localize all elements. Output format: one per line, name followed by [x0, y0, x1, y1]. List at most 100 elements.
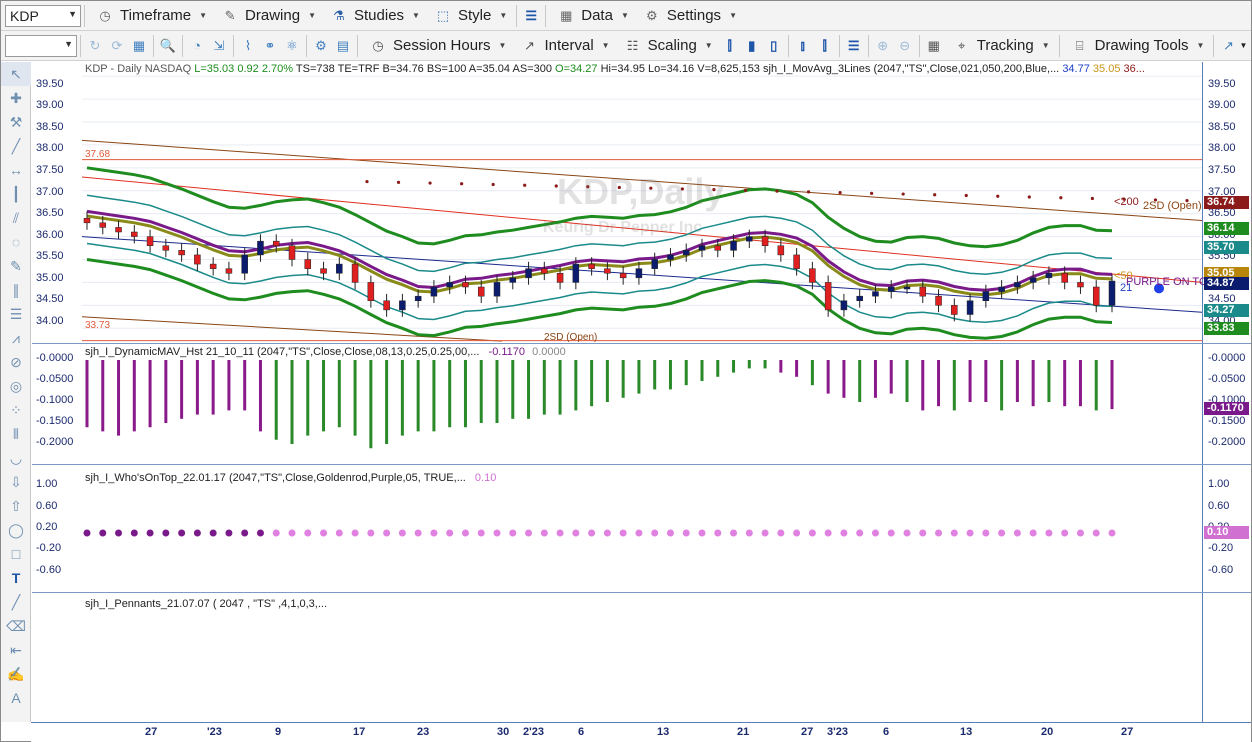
scaling-menu[interactable]: ☷ Scaling ▼ — [616, 34, 719, 58]
whos-on-top-dot — [919, 529, 927, 537]
cycle-icon[interactable]: ◌ — [1, 230, 31, 254]
rectangle-icon[interactable]: □ — [1, 542, 31, 566]
ma200-dot — [523, 183, 527, 187]
trendline-icon[interactable]: ╱ — [1, 134, 31, 158]
ma200-dot — [806, 190, 811, 194]
drawing-tools-menu[interactable]: ⌸ Drawing Tools ▼ — [1063, 34, 1211, 58]
hist-tick: -0.1000 — [36, 394, 74, 406]
chevron-down-icon: ▼ — [199, 11, 208, 20]
line-icon[interactable]: ╱ — [1, 590, 31, 614]
horizontal-arrows-icon[interactable]: ↔ — [1, 158, 31, 182]
drawing-menu[interactable]: ✎ Drawing ▼ — [213, 4, 322, 28]
studies-menu[interactable]: ⚗ Studies ▼ — [322, 4, 426, 28]
candle-hollow-icon[interactable]: ▯ — [763, 35, 785, 57]
symbol-combo[interactable]: KDP ▼ — [5, 4, 81, 27]
ma200-dot — [870, 191, 874, 195]
candle-body — [462, 282, 469, 288]
trend-icon[interactable]: ↗ — [1217, 35, 1239, 57]
candlestick-icon[interactable]: ▮ — [741, 35, 763, 57]
ma200-dot — [964, 193, 968, 198]
arrow-down-icon[interactable]: ⇩ — [1, 470, 31, 494]
grid-icon[interactable]: ▦ — [128, 35, 150, 57]
settings-icon[interactable]: ⚙ — [310, 35, 332, 57]
bars-icon[interactable]: ∥ — [1, 278, 31, 302]
interval-menu[interactable]: ↗ Interval ▼ — [512, 34, 615, 58]
chevron-down-icon[interactable]: ▼ — [68, 9, 77, 19]
whos-on-top-dot — [209, 529, 217, 537]
style-menu[interactable]: ⬚ Style ▼ — [426, 4, 513, 28]
molecule-icon[interactable]: ⚛ — [281, 35, 303, 57]
crosshair-icon[interactable]: ✚ — [1, 86, 31, 110]
edit-icon[interactable]: ✍ — [1, 662, 31, 686]
font-icon[interactable]: A — [1, 686, 31, 710]
candle-body — [83, 218, 91, 224]
fib-icon[interactable]: ☰ — [1, 302, 31, 326]
price-tick: 39.50 — [36, 78, 64, 90]
text-icon[interactable]: T — [1, 566, 31, 590]
time-icon[interactable]: ◔ — [186, 35, 208, 57]
ellipse-icon[interactable]: ◯ — [1, 518, 31, 542]
time-axis[interactable]: 27 '23 9 17 23 30 2'23 6 13 21 27 3'23 6… — [31, 722, 1251, 742]
session-hours-menu[interactable]: ◷ Session Hours ▼ — [361, 34, 512, 58]
scatter-icon[interactable]: ⁘ — [1, 398, 31, 422]
speed-lines-icon[interactable]: ⩘ — [1, 326, 31, 350]
gear-icon: ⚙ — [646, 7, 658, 23]
cursor-icon[interactable]: ⇲ — [208, 35, 230, 57]
split-pane-icon[interactable]: ☰ — [520, 5, 542, 27]
histogram-pane[interactable] — [32, 344, 1202, 463]
whos-on-top-dot — [651, 529, 659, 537]
histogram-header: sjh_I_DynamicMAV_Hst 21_10_11 (2047,"TS"… — [85, 346, 566, 358]
whos-on-top-dot — [509, 529, 517, 537]
bar-chart-icon[interactable]: ⫿ — [719, 35, 741, 57]
candle-body — [714, 245, 722, 251]
eraser-icon[interactable]: ⌫ — [1, 614, 31, 638]
data-window-icon[interactable]: ▦ — [923, 35, 945, 57]
arrow-up-icon[interactable]: ⇧ — [1, 494, 31, 518]
chevron-down-icon[interactable]: ▼ — [1239, 41, 1247, 50]
whos-on-top-dot — [477, 529, 485, 537]
data-menu[interactable]: ▦ Data ▼ — [549, 4, 635, 28]
line-chart-icon[interactable]: ⌇ — [237, 35, 259, 57]
zoom-window-icon[interactable]: 🔍 — [157, 35, 179, 57]
data-table-icon[interactable]: ▤ — [332, 35, 354, 57]
arc-icon[interactable]: ◡ — [1, 446, 31, 470]
whos-on-top-dot — [1108, 529, 1116, 537]
timeframe-menu[interactable]: ◷ Timeframe ▼ — [88, 4, 213, 28]
candle-body — [556, 273, 564, 283]
toolbar-divider — [1058, 34, 1060, 57]
interval-combo[interactable]: ▼ — [5, 34, 77, 57]
panes-icon[interactable]: ☰ — [843, 35, 865, 57]
candle-body — [146, 236, 154, 246]
chevron-down-icon: ▼ — [498, 41, 507, 50]
vertical-line-icon[interactable]: ┃ — [1, 182, 31, 206]
whos-on-top-dot — [288, 529, 296, 537]
zoom-out-icon[interactable]: ⊖ — [894, 35, 916, 57]
collapse-left-icon[interactable]: ⇤ — [1, 638, 31, 662]
hlc-icon[interactable]: ⫿ — [814, 35, 836, 57]
pencil-icon[interactable]: ✎ — [1, 254, 31, 278]
pennants-pane[interactable] — [32, 593, 1202, 721]
candle-body — [840, 300, 848, 311]
ohlc-icon[interactable]: ⫾ — [792, 35, 814, 57]
spiral-icon[interactable]: ◎ — [1, 374, 31, 398]
gann-icon[interactable]: ⊘ — [1, 350, 31, 374]
date-label: 30 — [497, 726, 510, 738]
date-label: 13 — [960, 726, 973, 738]
andrews-icon[interactable]: ⫴ — [1, 422, 31, 446]
study-icon[interactable]: ⚭ — [259, 35, 281, 57]
whos-on-top-dot — [430, 529, 438, 537]
chevron-down-icon[interactable]: ▼ — [64, 39, 73, 49]
price-tick: 38.50 — [1208, 121, 1236, 133]
date-label: 27 — [145, 726, 158, 738]
pointer-icon[interactable]: ↖ — [1, 62, 31, 86]
refresh-icon[interactable]: ↻ — [84, 35, 106, 57]
channel-icon[interactable]: ⫽ — [1, 206, 31, 230]
zoom-in-icon[interactable]: ⊕ — [872, 35, 894, 57]
whos-on-top-value: 0.10 — [474, 472, 497, 484]
whos-on-top-dot — [619, 529, 627, 537]
purple-on-top-label: PURPLE ON TOP — [1126, 276, 1215, 288]
settings-menu[interactable]: ⚙ Settings ▼ — [635, 4, 743, 28]
tracking-menu[interactable]: ⌖ Tracking ▼ — [945, 34, 1056, 58]
wrench-icon[interactable]: ⚒ — [1, 110, 31, 134]
reload-icon[interactable]: ⟳ — [106, 35, 128, 57]
